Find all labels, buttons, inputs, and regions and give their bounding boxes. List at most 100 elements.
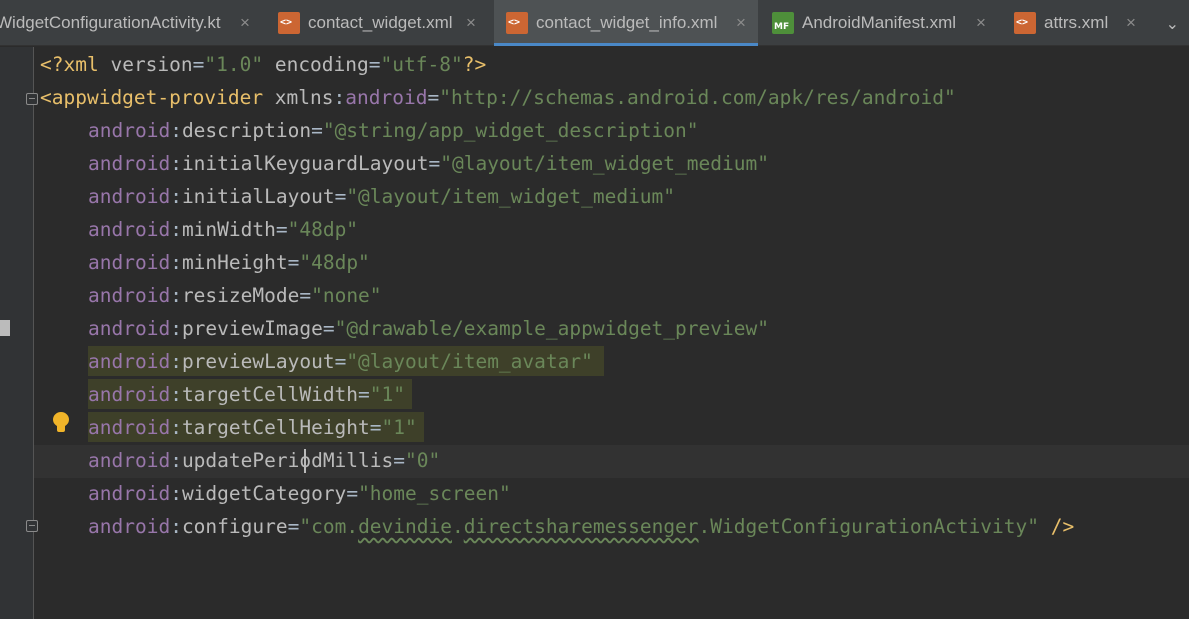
token: "none" — [311, 284, 382, 307]
tab-label: AndroidManifest.xml — [802, 13, 957, 32]
token: encoding — [263, 53, 369, 76]
tab-label: WidgetConfigurationActivity.kt — [0, 13, 221, 32]
token: devindie — [358, 515, 452, 538]
close-icon[interactable]: × — [736, 13, 746, 33]
token: android — [88, 284, 171, 307]
code-line: android:targetCellHeight="1" — [88, 416, 417, 439]
token: . — [451, 515, 464, 538]
fold-toggle-icon[interactable] — [26, 93, 38, 105]
code-line-1: <?xml version="1.0" encoding="utf-8"?> — [40, 48, 486, 81]
token: android — [88, 350, 171, 373]
token: : — [333, 86, 346, 109]
token: previewImage — [181, 317, 323, 340]
code-line: android:resizeMode="none" — [88, 284, 382, 307]
token: "utf-8" — [380, 53, 463, 76]
xml-file-icon — [1014, 12, 1036, 34]
token: description — [181, 119, 312, 142]
token: minHeight — [181, 251, 288, 274]
token: android — [88, 482, 171, 505]
code-line: android:updatePeriodMillis="0" — [88, 449, 441, 472]
active-tab-indicator — [494, 43, 758, 46]
token: updatePeriodMillis — [181, 449, 394, 472]
token: version — [98, 53, 193, 76]
token: "home_screen" — [358, 482, 511, 505]
token: android — [88, 416, 171, 439]
token: <appwidget-provider — [40, 86, 264, 109]
token: resizeMode — [181, 284, 300, 307]
token: "@layout/item_widget_medium" — [440, 152, 769, 175]
token: "@layout/item_widget_medium" — [346, 185, 676, 208]
code-line: android:configure="com.devindie.directsh… — [88, 515, 1075, 538]
token: "0" — [405, 449, 441, 472]
token: = — [368, 53, 381, 76]
text-caret — [304, 449, 306, 473]
token: ?> — [462, 53, 487, 76]
code-line: android:previewImage="@drawable/example_… — [88, 317, 769, 340]
token: android — [88, 515, 171, 538]
token: "@drawable/example_appwidget_preview" — [334, 317, 769, 340]
manifest-file-icon — [772, 12, 794, 34]
code-line-2: <appwidget-provider xmlns:android="http:… — [40, 81, 956, 114]
tab-label: contact_widget.xml — [308, 13, 453, 32]
scroll-marker-icon — [0, 320, 10, 336]
token: initialKeyguardLayout — [181, 152, 429, 175]
token: minWidth — [181, 218, 276, 241]
token: targetCellWidth — [181, 383, 359, 406]
token: "1" — [381, 416, 417, 439]
code-line: android:initialKeyguardLayout="@layout/i… — [88, 152, 769, 175]
token: configure — [181, 515, 288, 538]
token: android — [88, 383, 171, 406]
token: "com. — [299, 515, 359, 538]
code-line: android:widgetCategory="home_screen" — [88, 482, 511, 505]
token: /> — [1039, 515, 1075, 538]
token: widgetCategory — [181, 482, 347, 505]
token: targetCellHeight — [181, 416, 370, 439]
code-line: android:minWidth="48dp" — [88, 218, 359, 241]
close-icon[interactable]: × — [976, 13, 986, 33]
close-icon[interactable]: × — [1126, 13, 1136, 33]
token: = — [192, 53, 205, 76]
token: "http://schemas.android.com/apk/res/andr… — [439, 86, 956, 109]
token: xml — [63, 53, 99, 76]
token: directsharemessenger — [463, 515, 699, 538]
token: initialLayout — [181, 185, 335, 208]
xml-file-icon — [278, 12, 300, 34]
token: android — [88, 185, 171, 208]
editor-tab-bar: WidgetConfigurationActivity.kt × contact… — [0, 0, 1189, 46]
tab-contact-widget-info[interactable]: contact_widget_info.xml × — [494, 0, 758, 46]
tab-label: attrs.xml — [1044, 13, 1109, 32]
lightbulb-icon[interactable] — [52, 412, 70, 434]
tab-contact-widget[interactable]: contact_widget.xml × — [266, 0, 492, 46]
token: "1" — [369, 383, 406, 406]
code-line: android:targetCellWidth="1" — [88, 383, 406, 406]
token: android — [88, 449, 171, 472]
token: android — [88, 218, 171, 241]
token: "1.0" — [204, 53, 264, 76]
code-line: android:previewLayout="@layout/item_avat… — [88, 350, 593, 373]
code-line: android:initialLayout="@layout/item_widg… — [88, 185, 676, 208]
fold-toggle-icon[interactable] — [26, 520, 38, 532]
token: .WidgetConfigurationActivity" — [698, 515, 1040, 538]
token: android — [88, 317, 171, 340]
token: <? — [40, 53, 64, 76]
tab-android-manifest[interactable]: AndroidManifest.xml × — [760, 0, 1000, 46]
close-icon[interactable]: × — [240, 13, 250, 33]
token: xmlns — [263, 86, 334, 109]
token: "@layout/item_avatar" — [346, 350, 593, 373]
token: android — [88, 251, 171, 274]
chevron-down-icon[interactable]: ⌄ — [1166, 14, 1179, 34]
token: previewLayout — [181, 350, 335, 373]
token: "48dp" — [287, 218, 359, 241]
tab-attrs[interactable]: attrs.xml × — [1002, 0, 1152, 46]
token: "@string/app_widget_description" — [322, 119, 699, 142]
close-icon[interactable]: × — [466, 13, 476, 33]
token: android — [88, 152, 171, 175]
token: android — [345, 86, 428, 109]
code-line: android:minHeight="48dp" — [88, 251, 370, 274]
code-line: android:description="@string/app_widget_… — [88, 119, 699, 142]
token: = — [427, 86, 440, 109]
xml-file-icon — [506, 12, 528, 34]
token: android — [88, 119, 171, 142]
token: "48dp" — [299, 251, 370, 274]
tab-widget-configuration-activity[interactable]: WidgetConfigurationActivity.kt × — [0, 0, 258, 46]
